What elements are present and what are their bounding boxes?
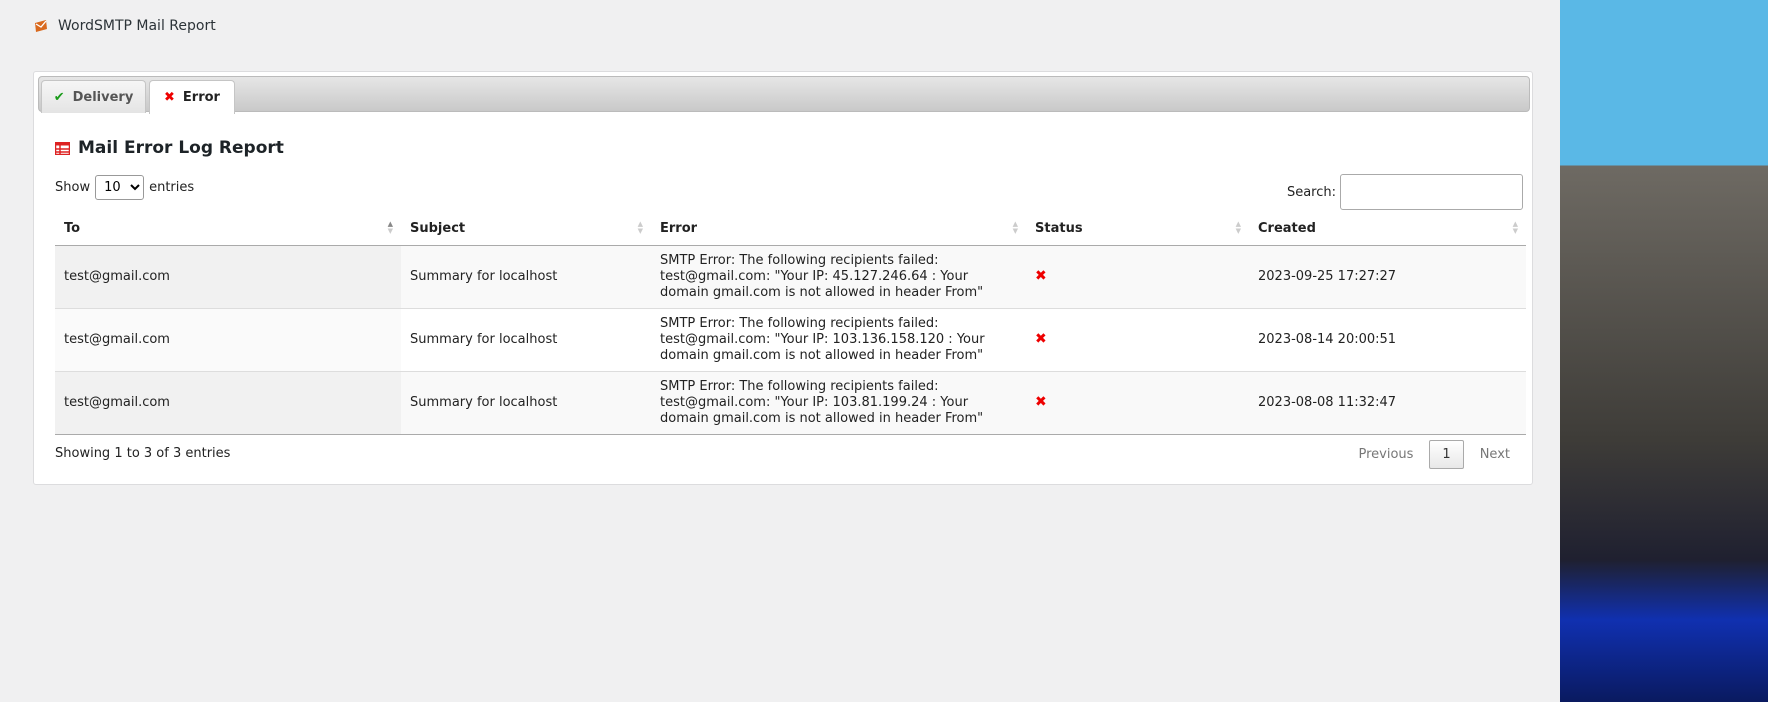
table-icon xyxy=(55,141,70,155)
cell-to: test@gmail.com xyxy=(55,370,401,435)
cell-subject: Summary for localhost xyxy=(401,244,651,308)
page-1-button[interactable]: 1 xyxy=(1429,440,1464,469)
check-icon: ✔ xyxy=(53,89,65,105)
search-input[interactable] xyxy=(1340,174,1523,210)
table-row: test@gmail.com Summary for localhost SMT… xyxy=(55,307,1526,371)
sort-icon: ▲ ▼ xyxy=(387,220,393,235)
column-label: Status xyxy=(1035,221,1083,237)
table-row: test@gmail.com Summary for localhost SMT… xyxy=(55,370,1526,435)
tab-delivery[interactable]: ✔ Delivery xyxy=(41,80,146,113)
cell-created: 2023-08-14 20:00:51 xyxy=(1249,307,1526,371)
tab-label: Error xyxy=(182,90,220,105)
cell-created: 2023-08-08 11:32:47 xyxy=(1249,370,1526,435)
envelope-icon xyxy=(35,20,47,32)
search: Search: xyxy=(1287,174,1523,210)
cell-status: ✖ xyxy=(1026,370,1249,435)
column-header-error[interactable]: Error ▲ ▼ xyxy=(651,213,1026,246)
cell-to: test@gmail.com xyxy=(55,244,401,308)
pagination: Previous 1 Next xyxy=(1344,440,1524,469)
show-label: Show xyxy=(55,180,91,195)
sort-icon: ▲ ▼ xyxy=(1012,220,1018,235)
page-title: WordSMTP Mail Report xyxy=(58,18,216,34)
cell-status: ✖ xyxy=(1026,244,1249,308)
sort-icon: ▲ ▼ xyxy=(637,220,643,235)
previous-button[interactable]: Previous xyxy=(1344,441,1427,468)
x-icon: ✖ xyxy=(164,90,175,105)
x-icon: ✖ xyxy=(1035,394,1047,410)
page-header: WordSMTP Mail Report xyxy=(34,18,216,34)
section-title-text: Mail Error Log Report xyxy=(78,138,284,158)
column-header-to[interactable]: To ▲ ▼ xyxy=(55,213,401,246)
column-header-subject[interactable]: Subject ▲ ▼ xyxy=(401,213,651,246)
column-label: Error xyxy=(660,221,698,237)
sort-icon: ▲ ▼ xyxy=(1235,220,1241,235)
column-label: To xyxy=(64,221,81,237)
cell-subject: Summary for localhost xyxy=(401,370,651,435)
entries-select[interactable]: 10 xyxy=(95,175,145,200)
cell-subject: Summary for localhost xyxy=(401,307,651,371)
cell-error: SMTP Error: The following recipients fai… xyxy=(651,307,1026,371)
section-title: Mail Error Log Report xyxy=(55,138,284,158)
report-card: ✔ Delivery ✖ Error Mail Error Log Report S… xyxy=(33,71,1533,485)
search-label: Search: xyxy=(1286,184,1336,200)
tab-label: Delivery xyxy=(72,89,134,105)
cell-created: 2023-09-25 17:27:27 xyxy=(1249,244,1526,308)
entries-length: Show 10 entries xyxy=(55,175,194,200)
desktop-background xyxy=(1560,0,1768,702)
x-icon: ✖ xyxy=(1035,268,1047,284)
cell-error: SMTP Error: The following recipients fai… xyxy=(651,370,1026,435)
column-header-created[interactable]: Created ▲ ▼ xyxy=(1249,213,1526,246)
error-log-table: To ▲ ▼ Subject ▲ ▼ Error ▲ ▼ Status ▲ ▼ Created ▲ ▼ te… xyxy=(55,213,1526,435)
cell-to: test@gmail.com xyxy=(55,307,401,371)
table-info: Showing 1 to 3 of 3 entries xyxy=(55,446,231,461)
table-row: test@gmail.com Summary for localhost SMT… xyxy=(55,244,1526,308)
next-button[interactable]: Next xyxy=(1466,441,1524,468)
cell-status: ✖ xyxy=(1026,307,1249,371)
x-icon: ✖ xyxy=(1035,331,1047,347)
column-label: Subject xyxy=(410,221,466,237)
cell-error: SMTP Error: The following recipients fai… xyxy=(651,244,1026,308)
column-header-status[interactable]: Status ▲ ▼ xyxy=(1026,213,1249,246)
column-label: Created xyxy=(1258,221,1316,237)
tab-bar: ✔ Delivery ✖ Error xyxy=(38,76,1530,114)
entries-label: entries xyxy=(149,180,195,195)
sort-icon: ▲ ▼ xyxy=(1512,220,1518,235)
tab-error[interactable]: ✖ Error xyxy=(149,80,235,114)
